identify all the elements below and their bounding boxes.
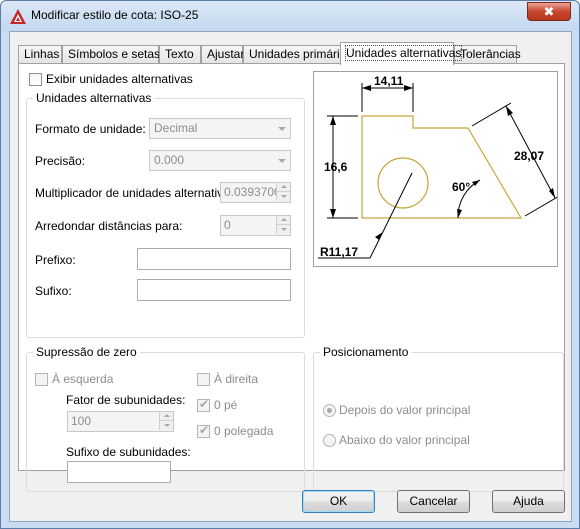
ok-button[interactable]: OK: [302, 490, 375, 513]
chevron-down-icon: [278, 127, 286, 131]
unit-format-select[interactable]: Decimal: [149, 118, 291, 139]
close-button[interactable]: ✖: [527, 2, 571, 21]
sub-factor-label: Fator de subunidades:: [66, 393, 186, 407]
zero-inches-label: 0 polegada: [214, 424, 274, 438]
round-value: 0: [224, 218, 231, 232]
window-title: Modificar estilo de cota: ISO-25: [31, 8, 199, 22]
tab-panel: Exibir unidades alternativas Unidades al…: [18, 63, 565, 492]
tab-texto[interactable]: Texto: [159, 45, 201, 64]
show-alt-units-label[interactable]: Exibir unidades alternativas: [46, 72, 193, 86]
below-radio[interactable]: [323, 434, 336, 447]
zero-suppression-title: Supressão de zero: [33, 345, 140, 359]
unit-format-value: Decimal: [154, 121, 198, 135]
prefix-label: Prefixo:: [35, 253, 76, 267]
tab-unidades-alternativas[interactable]: Unidades alternativas: [340, 42, 463, 65]
spin-down-icon[interactable]: [276, 225, 290, 234]
tab-tolerancias[interactable]: Tolerâncias: [454, 45, 521, 64]
check-icon: ✔: [199, 397, 210, 411]
sub-factor-value: 100: [71, 414, 92, 428]
prefix-input[interactable]: [137, 248, 291, 270]
dim-right-text: 28,07: [514, 149, 544, 163]
show-alt-units-checkbox[interactable]: [29, 73, 42, 86]
placement-group: Posicionamento: [313, 345, 564, 492]
tab-ajustar[interactable]: Ajustar: [201, 45, 244, 64]
autocad-icon: [10, 9, 26, 24]
multiplier-value: 0.0393700: [224, 185, 281, 199]
round-label: Arredondar distâncias para:: [35, 219, 183, 233]
multiplier-spinner[interactable]: 0.0393700: [220, 182, 291, 203]
spin-down-icon[interactable]: [159, 421, 173, 430]
spin-up-icon[interactable]: [159, 412, 173, 421]
suffix-input[interactable]: [137, 279, 291, 301]
spin-up-icon[interactable]: [276, 183, 290, 192]
chevron-down-icon: [278, 159, 286, 163]
dialog-body: Linhas Símbolos e setas Texto Ajustar Un…: [9, 31, 572, 522]
cancel-button[interactable]: Cancelar: [397, 490, 470, 513]
sub-suffix-label: Sufixo de subunidades:: [66, 445, 191, 459]
sub-suffix-input[interactable]: [67, 461, 171, 483]
below-label: Abaixo do valor principal: [339, 433, 470, 447]
suffix-label: Sufixo:: [35, 284, 72, 298]
dim-top-text: 14,11: [374, 74, 404, 88]
precision-value: 0.000: [154, 153, 185, 167]
trailing-label: À direita: [214, 372, 259, 386]
sub-factor-spinner[interactable]: 100: [67, 411, 174, 432]
radio-dot-icon: [327, 408, 332, 413]
zero-feet-label: 0 pé: [214, 398, 238, 412]
dim-angle-text: 60°: [452, 180, 470, 194]
spin-up-icon[interactable]: [276, 216, 290, 225]
precision-select[interactable]: 0.000: [149, 150, 291, 171]
multiplier-label: Multiplicador de unidades alternativas:: [35, 186, 240, 200]
part-hole: [377, 157, 429, 209]
dialog-window: Modificar estilo de cota: ISO-25 ✖ Linha…: [0, 0, 580, 529]
unit-format-label: Formato de unidade:: [35, 122, 146, 136]
leading-checkbox[interactable]: [35, 373, 48, 386]
after-radio[interactable]: [323, 404, 336, 417]
zero-feet-checkbox[interactable]: ✔: [197, 397, 210, 412]
tab-linhas[interactable]: Linhas: [18, 45, 62, 64]
tab-unidades-primarias[interactable]: Unidades primárias: [243, 45, 352, 64]
spin-down-icon[interactable]: [276, 192, 290, 201]
zero-inches-checkbox[interactable]: ✔: [197, 423, 210, 438]
precision-label: Precisão:: [35, 154, 86, 168]
dim-left-text: 16,6: [324, 160, 348, 174]
preview-drawing: 14,11 16,6 28,07 60° R11,17: [318, 74, 562, 259]
alt-units-group-title: Unidades alternativas: [33, 91, 155, 105]
leading-label: À esquerda: [52, 372, 114, 386]
help-button[interactable]: Ajuda: [492, 490, 565, 513]
round-spinner[interactable]: 0: [220, 215, 291, 236]
title-bar: Modificar estilo de cota: ISO-25 ✖: [1, 1, 579, 31]
check-icon: ✔: [199, 423, 210, 437]
part-outline: [361, 115, 523, 219]
dimension-preview: 14,11 16,6 28,07 60° R11,17: [313, 71, 562, 267]
dim-radius-text: R11,17: [320, 245, 358, 259]
trailing-checkbox[interactable]: [197, 373, 210, 386]
after-label: Depois do valor principal: [339, 403, 471, 417]
placement-title: Posicionamento: [320, 345, 412, 359]
tab-simbolos-e-setas[interactable]: Símbolos e setas: [62, 45, 160, 64]
